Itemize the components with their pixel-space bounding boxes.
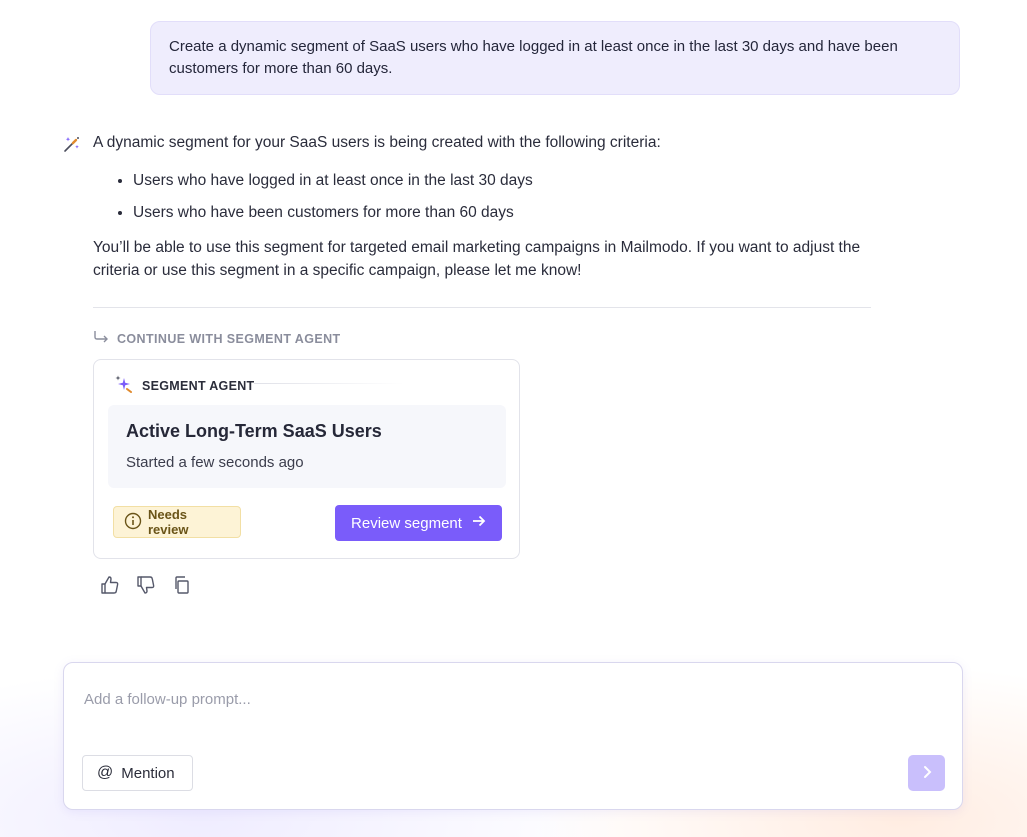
copy-icon[interactable] — [172, 574, 192, 596]
send-button[interactable] — [908, 755, 945, 791]
assistant-intro: A dynamic segment for your SaaS users is… — [93, 134, 661, 151]
segment-agent-card: SEGMENT AGENT Active Long-Term SaaS User… — [93, 359, 520, 559]
thumbs-up-icon[interactable] — [100, 574, 120, 596]
segment-status: Started a few seconds ago — [126, 454, 304, 471]
review-segment-button[interactable]: Review segment — [335, 505, 502, 541]
message-actions — [100, 574, 192, 596]
mention-label: Mention — [121, 764, 175, 782]
prompt-composer: @ Mention — [63, 662, 963, 810]
segment-summary: Active Long-Term SaaS Users Started a fe… — [108, 405, 506, 488]
thumbs-down-icon[interactable] — [136, 574, 156, 596]
agent-card-header: SEGMENT AGENT — [114, 374, 254, 397]
continue-with-agent-label: CONTINUE WITH SEGMENT AGENT — [93, 330, 341, 347]
header-rule — [254, 383, 404, 384]
assistant-message: A dynamic segment for your SaaS users is… — [93, 131, 883, 282]
arrow-right-icon — [472, 514, 486, 532]
assistant-outro: You’ll be able to use this segment for t… — [93, 239, 861, 279]
arrow-return-icon — [93, 330, 109, 347]
user-message-text: Create a dynamic segment of SaaS users w… — [169, 38, 898, 77]
segment-title: Active Long-Term SaaS Users — [126, 421, 382, 441]
agent-header-label: SEGMENT AGENT — [142, 378, 255, 393]
criteria-list: Users who have logged in at least once i… — [93, 169, 883, 224]
magic-wand-icon — [62, 134, 82, 154]
needs-review-badge: Needs review — [113, 506, 241, 538]
mention-button[interactable]: @ Mention — [82, 755, 193, 791]
badge-label: Needs review — [148, 507, 189, 537]
user-message-bubble: Create a dynamic segment of SaaS users w… — [150, 21, 960, 95]
at-icon: @ — [97, 764, 114, 781]
criteria-item: Users who have logged in at least once i… — [133, 169, 883, 192]
chevron-right-icon — [921, 765, 933, 782]
criteria-item: Users who have been customers for more t… — [133, 201, 883, 224]
continue-label-text: CONTINUE WITH SEGMENT AGENT — [117, 331, 341, 346]
follow-up-prompt-input[interactable] — [84, 687, 944, 711]
review-segment-label: Review segment — [351, 514, 462, 532]
sparkle-icon — [114, 374, 134, 397]
divider — [93, 307, 871, 308]
info-circle-icon — [124, 512, 142, 533]
